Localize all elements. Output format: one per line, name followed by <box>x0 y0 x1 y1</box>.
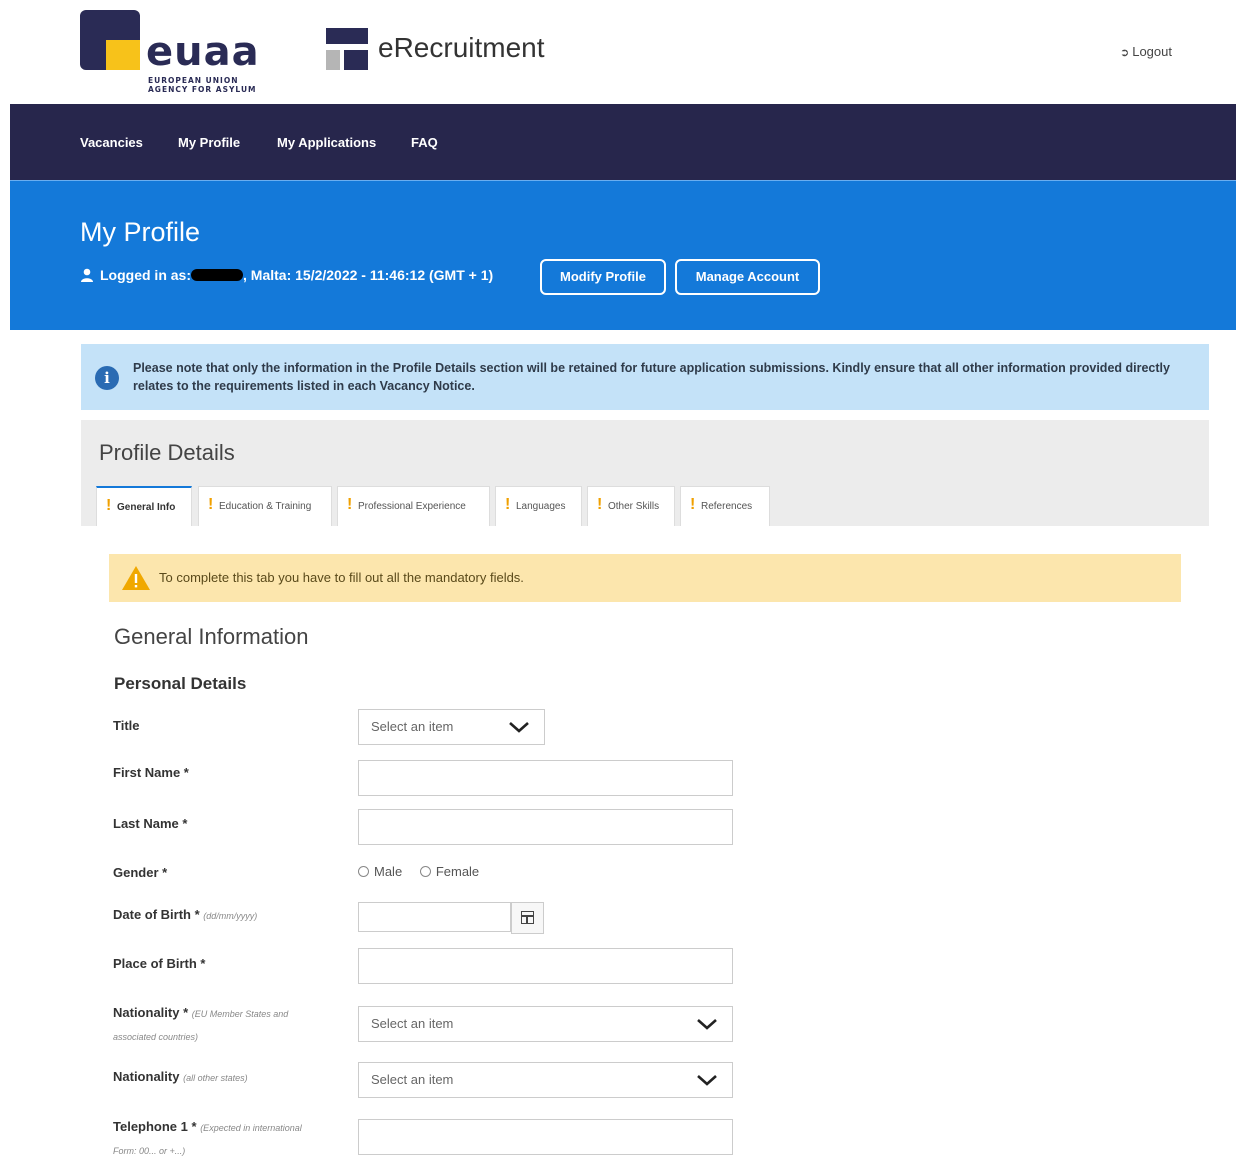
chevron-down-icon <box>697 1075 717 1086</box>
tab-education-training[interactable]: ! Education & Training <box>198 486 332 526</box>
logout-link[interactable]: ➲ Logout <box>1120 44 1172 59</box>
gender-male-label[interactable]: Male <box>374 864 402 879</box>
gender-female-label[interactable]: Female <box>436 864 479 879</box>
exclamation-icon: ! <box>597 496 603 513</box>
nav-item-vacancies[interactable]: Vacancies <box>80 135 143 150</box>
logout-label: Logout <box>1132 44 1172 59</box>
tab-general-info[interactable]: ! General Info <box>96 486 192 528</box>
exclamation-icon: ! <box>505 496 511 513</box>
exclamation-icon: ! <box>208 496 214 513</box>
logo-subline: EUROPEAN UNION AGENCY FOR ASYLUM <box>148 76 268 94</box>
tab-label: General Info <box>117 502 176 513</box>
dob-calendar-button[interactable] <box>511 902 544 934</box>
tab-label: Education & Training <box>219 501 312 512</box>
redacted-username <box>191 269 243 281</box>
nav-item-my-profile[interactable]: My Profile <box>178 135 240 150</box>
nationality-other-select-value: Select an item <box>371 1072 454 1087</box>
info-alert: i Please note that only the information … <box>81 344 1209 410</box>
dob-label-text: Date of Birth * <box>113 907 200 922</box>
title-select-value: Select an item <box>371 719 454 734</box>
tab-professional-experience[interactable]: ! Professional Experience <box>337 486 490 526</box>
telephone1-input[interactable] <box>358 1119 733 1155</box>
telephone1-label-text: Telephone 1 * <box>113 1119 197 1134</box>
warning-icon <box>122 566 150 590</box>
tab-label: Other Skills <box>608 501 660 512</box>
logout-icon: ➲ <box>1120 47 1130 59</box>
telephone1-hint-2: Form: 00... or +...) <box>113 1146 186 1156</box>
title-select[interactable]: Select an item <box>358 709 545 745</box>
nationality-other-label: Nationality (all other states) <box>113 1066 248 1089</box>
dob-input[interactable] <box>358 902 511 932</box>
logo-mark-yellow <box>106 40 140 70</box>
nationality-other-label-text: Nationality <box>113 1069 180 1084</box>
gender-radio-group: Male Female <box>358 864 493 879</box>
dob-hint: (dd/mm/yyyy) <box>203 911 258 921</box>
logged-in-prefix: Logged in as: <box>100 267 191 283</box>
nav-item-faq[interactable]: FAQ <box>411 135 438 150</box>
nationality-eu-label-text: Nationality * <box>113 1005 189 1020</box>
dob-label: Date of Birth * (dd/mm/yyyy) <box>113 904 257 927</box>
gender-female-radio[interactable] <box>419 866 431 877</box>
logged-in-suffix: , Malta: 15/2/2022 - 11:46:12 (GMT + 1) <box>243 267 494 283</box>
user-icon <box>81 268 93 282</box>
nationality-eu-label: Nationality * (EU Member States and asso… <box>113 1002 353 1048</box>
nav-item-my-applications[interactable]: My Applications <box>277 135 376 150</box>
tab-languages[interactable]: ! Languages <box>495 486 582 526</box>
info-alert-text: Please note that only the information in… <box>133 361 1170 393</box>
calendar-icon <box>521 911 534 924</box>
gender-male-radio[interactable] <box>358 866 369 877</box>
site-header: euaa EUROPEAN UNION AGENCY FOR ASYLUM eR… <box>0 0 1236 104</box>
tab-label: References <box>701 501 753 512</box>
subsection-title: Personal Details <box>114 674 247 693</box>
page-title: My Profile <box>80 217 201 247</box>
profile-details-title: Profile Details <box>99 440 235 465</box>
mandatory-fields-warning: To complete this tab you have to fill ou… <box>109 554 1181 602</box>
pob-label: Place of Birth * <box>113 956 206 971</box>
chevron-down-icon <box>697 1019 717 1030</box>
last-name-label: Last Name * <box>113 816 188 831</box>
exclamation-icon: ! <box>106 497 112 514</box>
nationality-eu-hint-1: (EU Member States and <box>191 1009 289 1019</box>
first-name-input[interactable] <box>358 760 733 796</box>
nationality-eu-select-value: Select an item <box>371 1016 454 1031</box>
main-nav: Vacancies My Profile My Applications FAQ <box>10 104 1236 180</box>
nationality-other-select[interactable]: Select an item <box>358 1062 733 1098</box>
gender-label: Gender * <box>113 865 168 880</box>
title-label: Title <box>113 718 140 733</box>
nationality-eu-hint-2: associated countries) <box>113 1032 199 1042</box>
logged-in-info: Logged in as: , Malta: 15/2/2022 - 11:46:… <box>80 267 493 283</box>
exclamation-icon: ! <box>690 496 696 513</box>
telephone1-label: Telephone 1 * (Expected in international… <box>113 1116 353 1162</box>
app-name: eRecruitment <box>378 32 545 63</box>
telephone1-hint-1: (Expected in international <box>200 1123 302 1133</box>
first-name-label: First Name * <box>113 765 189 780</box>
chevron-down-icon <box>509 722 529 733</box>
warning-text: To complete this tab you have to fill ou… <box>159 570 524 585</box>
exclamation-icon: ! <box>347 496 353 513</box>
profile-banner: My Profile Logged in as: , Malta: 15/2/20… <box>10 180 1236 330</box>
info-icon: i <box>95 366 119 390</box>
modify-profile-button[interactable]: Modify Profile <box>540 259 666 295</box>
general-info-tab-content: To complete this tab you have to fill ou… <box>81 526 1209 1166</box>
section-title: General Information <box>114 624 309 649</box>
tab-other-skills[interactable]: ! Other Skills <box>587 486 675 526</box>
pob-input[interactable] <box>358 948 733 984</box>
erecruitment-icon <box>326 28 368 70</box>
tab-label: Languages <box>516 501 566 512</box>
profile-details-panel: Profile Details ! General Info ! Education… <box>81 420 1209 1166</box>
last-name-input[interactable] <box>358 809 733 845</box>
logo-brand-text: euaa <box>146 29 260 75</box>
nationality-other-hint: (all other states) <box>183 1073 248 1083</box>
tab-references[interactable]: ! References <box>680 486 770 526</box>
logo-subline-2: AGENCY FOR ASYLUM <box>148 85 257 94</box>
nationality-eu-select[interactable]: Select an item <box>358 1006 733 1042</box>
tab-label: Professional Experience <box>358 501 466 512</box>
euaa-logo[interactable]: euaa EUROPEAN UNION AGENCY FOR ASYLUM <box>80 10 270 100</box>
manage-account-button[interactable]: Manage Account <box>675 259 820 295</box>
logo-subline-1: EUROPEAN UNION <box>148 76 239 85</box>
